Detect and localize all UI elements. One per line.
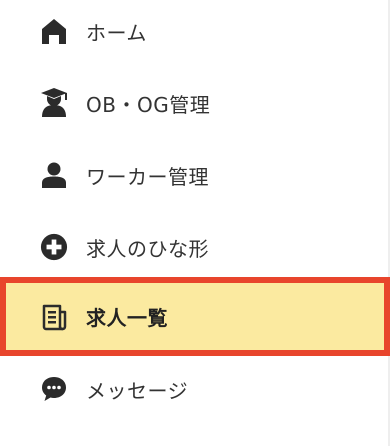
sidebar-item-label: メッセージ	[86, 378, 189, 403]
graduate-icon	[40, 88, 68, 117]
sidebar-item-label: ホーム	[86, 20, 147, 45]
home-icon	[40, 17, 68, 45]
plus-circle-icon	[40, 233, 68, 261]
sidebar-item-home[interactable]: ホーム	[0, 0, 390, 67]
sidebar-item-label: 求人一覧	[86, 306, 168, 330]
sidebar-item-ob-og[interactable]: OB・OG管理	[0, 67, 390, 139]
sidebar-item-job-list[interactable]: 求人一覧	[0, 277, 390, 356]
person-icon	[40, 161, 68, 189]
sidebar-item-label: 求人のひな形	[86, 236, 209, 261]
sidebar-item-messages[interactable]: メッセージ	[0, 353, 390, 425]
sidebar-item-job-templates[interactable]: 求人のひな形	[0, 211, 390, 283]
chat-bubble-icon	[40, 375, 68, 403]
sidebar-menu: ホーム OB・OG管理 ワーカー管理 求人のひな形 求人一覧 メッセージ	[0, 0, 390, 446]
sidebar-item-label: OB・OG管理	[86, 92, 211, 117]
sidebar-item-label: ワーカー管理	[86, 164, 209, 189]
document-list-icon	[40, 303, 68, 331]
sidebar-item-workers[interactable]: ワーカー管理	[0, 139, 390, 211]
